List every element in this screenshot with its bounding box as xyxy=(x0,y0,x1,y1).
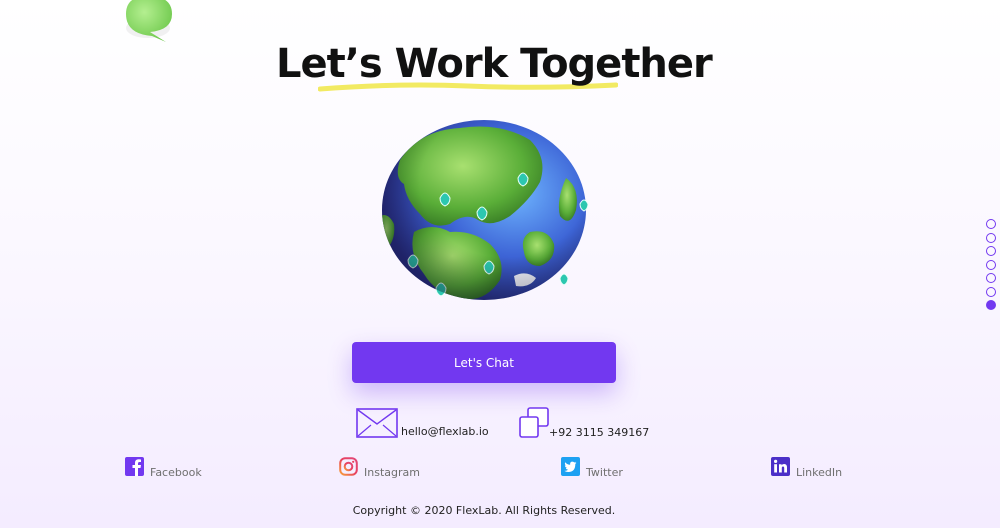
email-link[interactable]: hello@flexlab.io xyxy=(401,425,489,438)
page-dot-2[interactable] xyxy=(986,232,996,243)
hero-headline: Let’s Work Together xyxy=(276,38,716,98)
chat-bubble-icon xyxy=(126,0,172,42)
page-dot-1[interactable] xyxy=(986,219,996,229)
copyright-text: Copyright © 2020 FlexLab. All Rights Res… xyxy=(352,504,616,517)
twitter-link[interactable]: Twitter xyxy=(561,457,623,479)
facebook-icon xyxy=(125,457,144,476)
twitter-label: Twitter xyxy=(586,466,623,479)
linkedin-label: LinkedIn xyxy=(796,466,843,479)
page-title: Let’s Work Together xyxy=(276,41,713,87)
page-dot-4[interactable] xyxy=(986,259,996,270)
page-dot-3[interactable] xyxy=(986,246,996,256)
mail-icon xyxy=(356,408,398,438)
page-dot-6[interactable] xyxy=(986,286,996,297)
phone-icon xyxy=(519,407,549,438)
lets-chat-button[interactable]: Let's Chat xyxy=(352,342,616,383)
linkedin-icon xyxy=(771,457,790,476)
phone-number[interactable]: +92 3115 349167 xyxy=(549,426,649,439)
instagram-label: Instagram xyxy=(364,466,420,479)
globe-illustration xyxy=(382,120,589,300)
facebook-link[interactable]: Facebook xyxy=(125,457,202,479)
instagram-icon xyxy=(339,457,358,476)
page-dot-nav xyxy=(986,219,998,314)
instagram-link[interactable]: Instagram xyxy=(339,457,420,479)
linkedin-link[interactable]: LinkedIn xyxy=(771,457,843,479)
facebook-label: Facebook xyxy=(150,466,202,479)
twitter-icon xyxy=(561,457,580,476)
page-dot-5[interactable] xyxy=(986,273,996,283)
page-dot-7[interactable] xyxy=(986,300,996,310)
